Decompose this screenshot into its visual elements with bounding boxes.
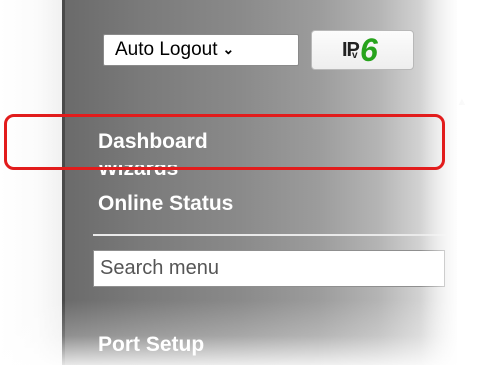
sidebar-item-online-status[interactable]: Online Status: [98, 192, 233, 216]
sidebar-divider: [93, 234, 447, 236]
auto-logout-value: Auto Logout: [115, 39, 218, 60]
router-web-ui: Auto Logout ⌄ IP v 6 ▲ Dashboard Wizards…: [0, 0, 477, 365]
ipv6-v-text: v: [352, 50, 358, 61]
ipv6-six-text: 6: [360, 32, 378, 68]
ipv6-button[interactable]: IP v 6: [311, 30, 414, 70]
sidebar-item-dashboard[interactable]: Dashboard: [98, 130, 208, 154]
scroll-up-arrow-icon[interactable]: ▲: [454, 94, 470, 110]
search-menu-input[interactable]: [93, 250, 445, 287]
sidebar-border: [62, 0, 65, 365]
chevron-down-icon: ⌄: [222, 40, 235, 57]
page-background: [0, 0, 62, 365]
sidebar-item-port-setup[interactable]: Port Setup: [98, 333, 204, 357]
auto-logout-select[interactable]: Auto Logout ⌄: [103, 34, 299, 66]
